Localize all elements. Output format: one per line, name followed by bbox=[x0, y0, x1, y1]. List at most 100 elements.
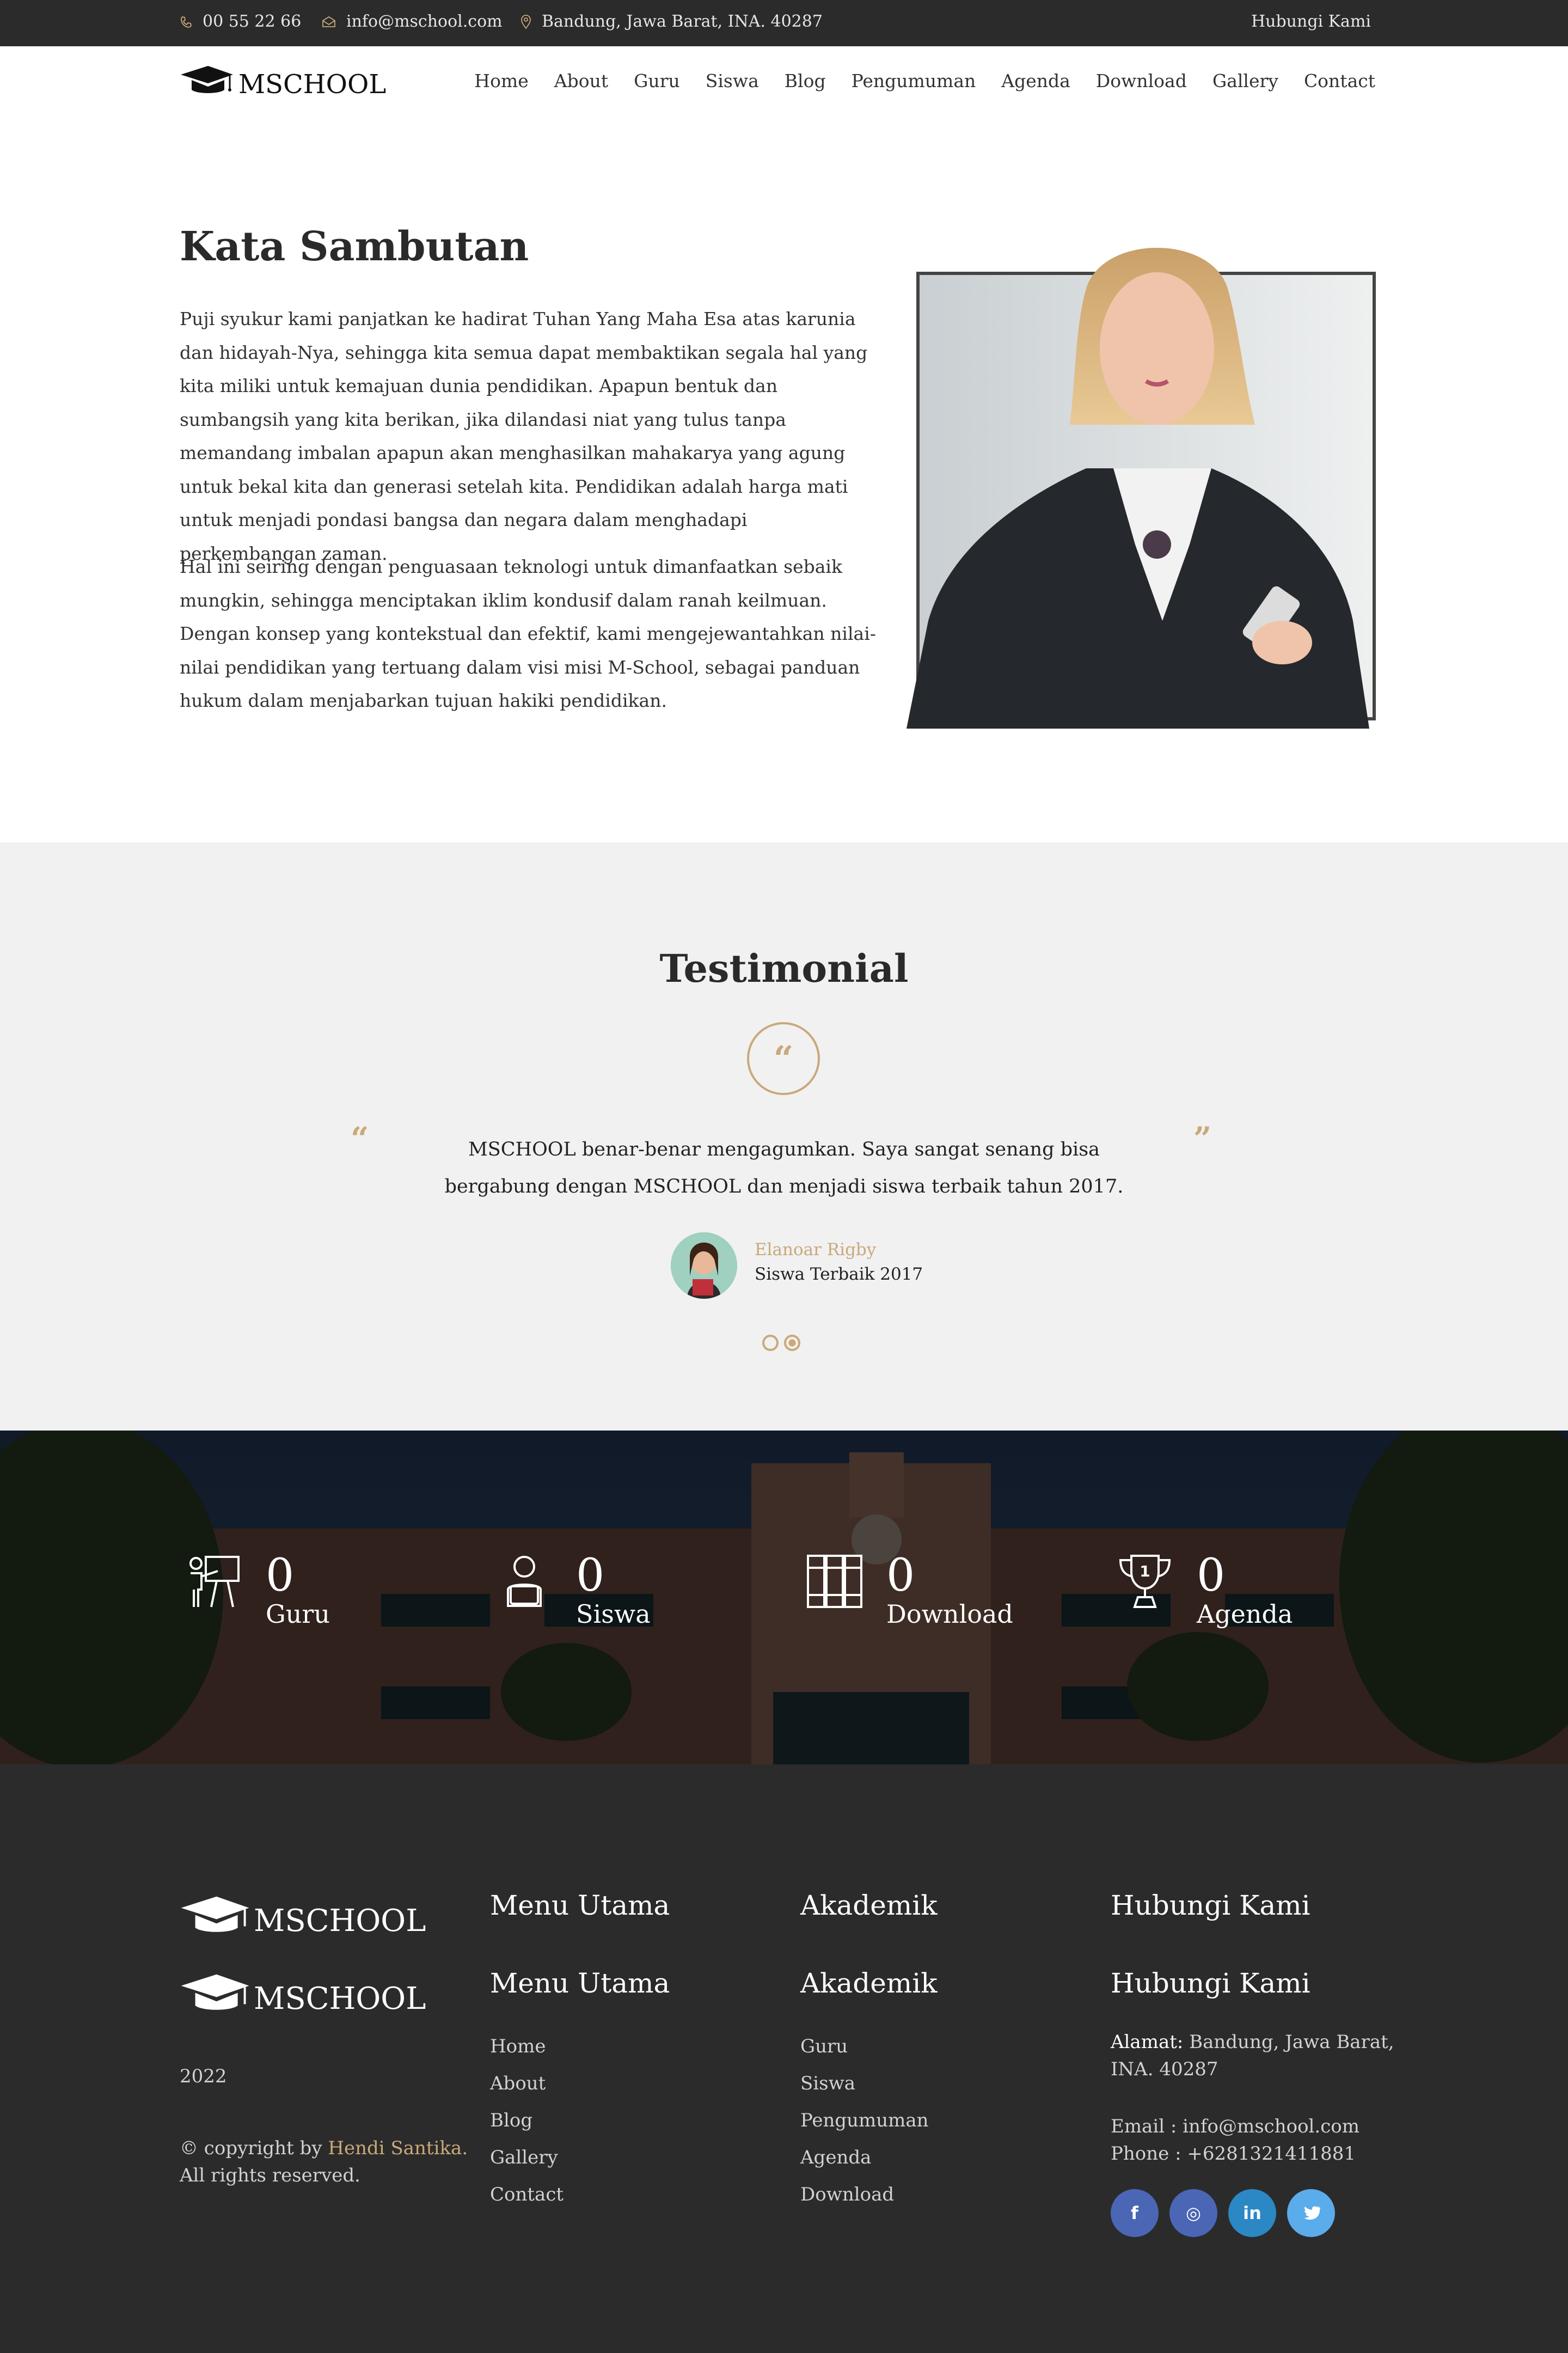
envelope-icon bbox=[322, 16, 335, 27]
sambutan-paragraph-2: Hal ini seiring dengan penguasaan teknol… bbox=[180, 556, 876, 711]
footer-link-pengumuman[interactable]: Pengumuman bbox=[800, 2102, 929, 2139]
footer-link-contact[interactable]: Contact bbox=[490, 2176, 564, 2213]
testimonial-text: MSCHOOL benar-benar mengagumkan. Saya sa… bbox=[444, 1139, 1124, 1197]
linkedin-icon[interactable]: in bbox=[1228, 2189, 1276, 2237]
copyright-rights: All rights reserved. bbox=[180, 2165, 360, 2186]
nav-pengumuman[interactable]: Pengumuman bbox=[852, 70, 976, 91]
phone-icon bbox=[181, 16, 192, 28]
nav-about[interactable]: About bbox=[554, 70, 608, 91]
top-address: Bandung, Jawa Barat, INA. 40287 bbox=[520, 12, 823, 31]
stat-download-value: 0 bbox=[886, 1550, 915, 1602]
stat-siswa-value: 0 bbox=[576, 1550, 605, 1602]
nav-home[interactable]: Home bbox=[474, 70, 528, 91]
nav-blog[interactable]: Blog bbox=[785, 70, 826, 91]
stat-guru-value: 0 bbox=[266, 1550, 295, 1602]
trophy-icon: 1 bbox=[1119, 1555, 1171, 1608]
footer-phone[interactable]: Phone : +6281321411881 bbox=[1111, 2140, 1356, 2167]
stat-agenda-label: Agenda bbox=[1197, 1599, 1293, 1629]
stat-download: 0 Download bbox=[805, 1551, 1013, 1628]
footer-menu-title: Menu Utama bbox=[490, 1890, 670, 1921]
top-bar: 00 55 22 66 info@mschool.com Bandung, Ja… bbox=[0, 0, 1568, 46]
nav-download[interactable]: Download bbox=[1096, 70, 1187, 91]
instagram-icon[interactable]: ◎ bbox=[1169, 2189, 1217, 2237]
testimonial-section: Testimonial “ “ ” MSCHOOL benar-benar me… bbox=[0, 842, 1568, 1431]
nav-gallery[interactable]: Gallery bbox=[1212, 70, 1278, 91]
footer-akademik-title-2: Akademik bbox=[800, 1967, 938, 1999]
quote-close-icon: ” bbox=[1193, 1120, 1212, 1157]
stat-siswa-label: Siswa bbox=[576, 1599, 651, 1629]
location-pin-icon bbox=[521, 14, 531, 29]
footer-logo-text: MSCHOOL bbox=[254, 1981, 426, 2016]
avatar bbox=[671, 1232, 737, 1299]
nav-agenda[interactable]: Agenda bbox=[1001, 70, 1070, 91]
footer-contact-title-2: Hubungi Kami bbox=[1111, 1967, 1310, 1999]
top-email-text: info@mschool.com bbox=[346, 12, 503, 31]
main-menu: Home About Guru Siswa Blog Pengumuman Ag… bbox=[474, 70, 1375, 91]
nav-guru[interactable]: Guru bbox=[634, 70, 680, 91]
facebook-icon[interactable]: f bbox=[1111, 2189, 1159, 2237]
footer-akademik-list: Guru Siswa Pengumuman Agenda Download bbox=[800, 2028, 929, 2213]
principal-photo bbox=[906, 240, 1376, 729]
svg-text:1: 1 bbox=[1140, 1562, 1150, 1580]
footer: MSCHOOL MSCHOOL 2022 © copyright by Hend… bbox=[0, 1764, 1568, 2353]
footer-logo-2[interactable]: MSCHOOL bbox=[180, 1970, 426, 2027]
footer-menu-list: Home About Blog Gallery Contact bbox=[490, 2028, 564, 2213]
testimonial-role: Siswa Terbaik 2017 bbox=[755, 1264, 923, 1284]
footer-link-home[interactable]: Home bbox=[490, 2028, 564, 2065]
stat-download-label: Download bbox=[886, 1599, 1013, 1629]
graduation-cap-icon bbox=[181, 1974, 249, 2010]
nav-contact[interactable]: Contact bbox=[1304, 70, 1375, 91]
footer-link-agenda[interactable]: Agenda bbox=[800, 2139, 929, 2176]
carousel-dot-1[interactable] bbox=[762, 1335, 779, 1351]
footer-link-siswa[interactable]: Siswa bbox=[800, 2065, 929, 2102]
footer-contact-title: Hubungi Kami bbox=[1111, 1890, 1310, 1921]
top-phone[interactable]: 00 55 22 66 bbox=[180, 12, 301, 31]
stat-guru: 0 Guru bbox=[184, 1551, 330, 1628]
carousel-dot-2[interactable] bbox=[784, 1335, 800, 1351]
footer-link-about[interactable]: About bbox=[490, 2065, 564, 2102]
nav-siswa[interactable]: Siswa bbox=[706, 70, 759, 91]
teacher-icon bbox=[189, 1556, 240, 1608]
sambutan-paragraph-1: Puji syukur kami panjatkan ke hadirat Tu… bbox=[180, 308, 868, 564]
footer-link-guru[interactable]: Guru bbox=[800, 2028, 929, 2065]
stat-siswa: 0 Siswa bbox=[494, 1551, 651, 1628]
testimonial-title: Testimonial bbox=[659, 946, 909, 991]
testimonial-author: Elanoar Rigby bbox=[755, 1240, 877, 1260]
stats-section: 0 Guru 0 Siswa 0 Download 1 0 Agenda bbox=[0, 1431, 1568, 1764]
site-logo[interactable]: MSCHOOL bbox=[180, 63, 386, 106]
books-icon bbox=[807, 1555, 862, 1608]
footer-logo-1[interactable]: MSCHOOL bbox=[180, 1892, 426, 1949]
copyright-author-link[interactable]: Hendi Santika. bbox=[328, 2137, 468, 2159]
sambutan-title: Kata Sambutan bbox=[180, 223, 529, 270]
graduation-cap-icon bbox=[181, 66, 233, 93]
footer-link-blog[interactable]: Blog bbox=[490, 2102, 564, 2139]
twitter-bird-icon bbox=[1304, 2206, 1320, 2220]
footer-menu-title-2: Menu Utama bbox=[490, 1967, 670, 1999]
address-line-1: Bandung, Jawa Barat, bbox=[1189, 2031, 1394, 2053]
footer-email[interactable]: Email : info@mschool.com bbox=[1111, 2113, 1359, 2140]
address-label: Alamat: bbox=[1111, 2031, 1184, 2053]
top-address-text: Bandung, Jawa Barat, INA. 40287 bbox=[542, 12, 823, 31]
top-phone-text: 00 55 22 66 bbox=[203, 12, 302, 31]
graduation-cap-icon bbox=[181, 1896, 249, 1932]
stat-agenda-value: 0 bbox=[1197, 1550, 1226, 1602]
hubungi-kami-link[interactable]: Hubungi Kami bbox=[1251, 12, 1371, 31]
footer-copyright: © copyright by Hendi Santika. All rights… bbox=[180, 2135, 468, 2189]
copyright-prefix: © copyright by bbox=[180, 2137, 322, 2159]
twitter-icon[interactable] bbox=[1287, 2189, 1335, 2237]
footer-logo-text: MSCHOOL bbox=[254, 1903, 426, 1939]
footer-address: Alamat: Bandung, Jawa Barat, INA. 40287 bbox=[1111, 2028, 1394, 2083]
navbar: MSCHOOL Home About Guru Siswa Blog Pengu… bbox=[0, 46, 1568, 123]
stat-agenda: 1 0 Agenda bbox=[1115, 1551, 1293, 1628]
footer-link-gallery[interactable]: Gallery bbox=[490, 2139, 564, 2176]
quote-open-icon: “ bbox=[351, 1120, 369, 1157]
stat-guru-label: Guru bbox=[266, 1599, 330, 1629]
student-icon bbox=[507, 1556, 542, 1607]
top-email[interactable]: info@mschool.com bbox=[321, 12, 503, 31]
footer-akademik-title: Akademik bbox=[800, 1890, 938, 1921]
footer-link-download[interactable]: Download bbox=[800, 2176, 929, 2213]
footer-year: 2022 bbox=[180, 2065, 227, 2087]
address-line-2: INA. 40287 bbox=[1111, 2058, 1218, 2080]
quote-icon: “ bbox=[747, 1022, 820, 1095]
logo-text: MSCHOOL bbox=[238, 69, 387, 100]
